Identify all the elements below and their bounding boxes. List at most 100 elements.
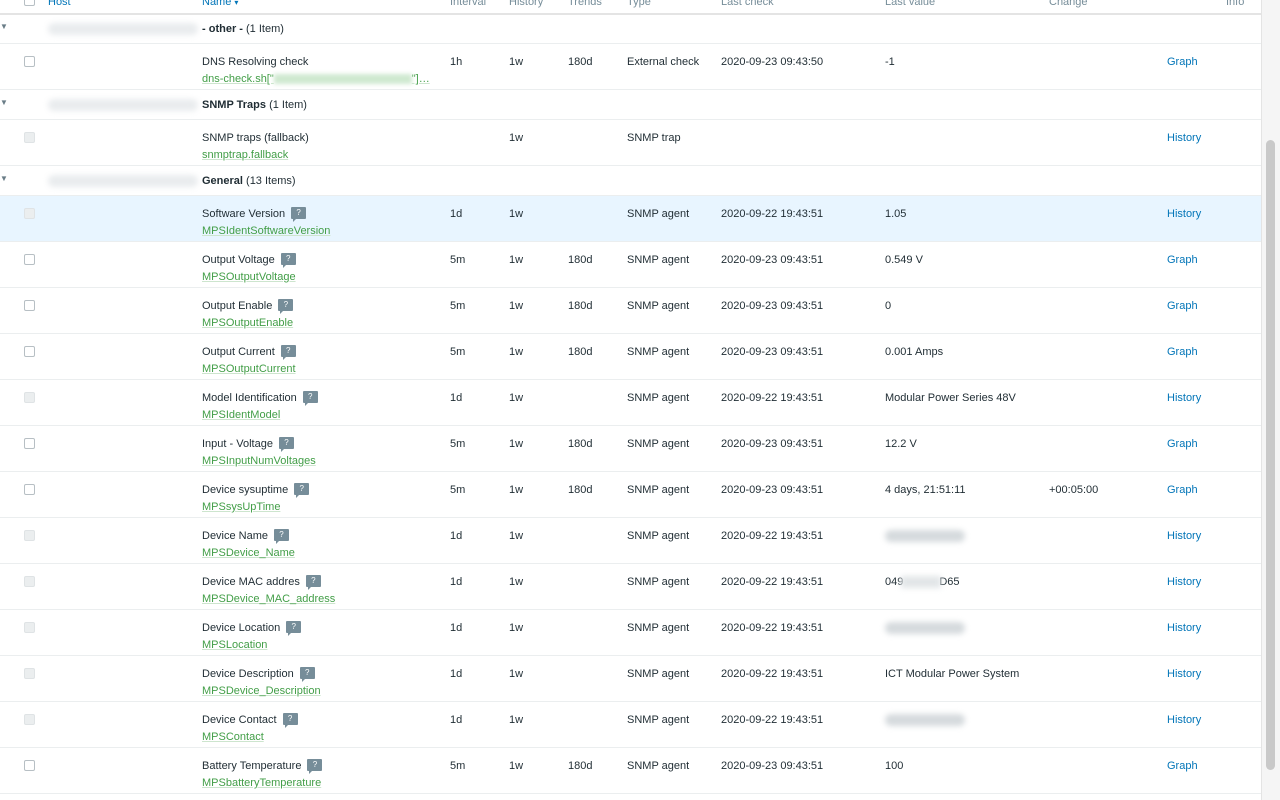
host-column-header[interactable]: Host: [48, 0, 71, 8]
graph-link[interactable]: Graph: [1167, 438, 1198, 451]
history-link[interactable]: History: [1167, 714, 1201, 727]
history-link[interactable]: History: [1167, 622, 1201, 635]
item-name-text: SNMP traps (fallback): [202, 132, 309, 144]
item-name-text: DNS Resolving check: [202, 56, 309, 68]
item-trends: 180d: [568, 438, 593, 450]
redacted-value: [901, 576, 942, 589]
description-hint-icon[interactable]: ?: [278, 299, 294, 314]
select-all-checkbox[interactable]: [24, 0, 35, 6]
history-link[interactable]: History: [1167, 530, 1201, 543]
item-key-link[interactable]: snmptrap.fallback: [202, 149, 288, 161]
table-row[interactable]: Device Location? MPSLocation 1d 1w SNMP agen…: [0, 610, 1262, 656]
item-key-link[interactable]: MPSOutputCurrent: [202, 363, 296, 375]
row-checkbox[interactable]: [24, 346, 35, 357]
table-row[interactable]: Software Version? MPSIdentSoftwareVersion…: [0, 196, 1262, 242]
item-key-link[interactable]: MPSIdentModel: [202, 409, 280, 421]
last-value: [885, 622, 965, 635]
collapse-toggle-icon[interactable]: ▼: [0, 174, 10, 183]
vertical-scrollbar[interactable]: [1261, 0, 1280, 800]
table-row[interactable]: Device MAC addres? MPSDevice_MAC_address 1…: [0, 564, 1262, 610]
row-checkbox[interactable]: [24, 254, 35, 265]
description-hint-icon[interactable]: ?: [305, 575, 321, 590]
item-key-link[interactable]: dns-check.sh[" "]…: [202, 73, 430, 85]
item-key-link[interactable]: MPSContact: [202, 731, 264, 743]
redacted-value: [885, 714, 965, 727]
row-checkbox[interactable]: [24, 438, 35, 449]
history-link[interactable]: History: [1167, 576, 1201, 589]
item-trends: 180d: [568, 346, 593, 358]
graph-link[interactable]: Graph: [1167, 56, 1198, 69]
item-key-link[interactable]: MPSDevice_Name: [202, 547, 295, 559]
row-checkbox[interactable]: [24, 622, 35, 633]
description-hint-icon[interactable]: ?: [286, 621, 302, 636]
item-key-link[interactable]: MPSOutputEnable: [202, 317, 293, 329]
description-hint-icon[interactable]: ?: [307, 759, 323, 774]
item-key-link[interactable]: MPSsysUpTime: [202, 501, 280, 513]
table-row[interactable]: Device Contact? MPSContact 1d 1w SNMP agent 2…: [0, 702, 1262, 748]
graph-link[interactable]: Graph: [1167, 300, 1198, 313]
item-key-link[interactable]: MPSIdentSoftwareVersion: [202, 225, 330, 237]
table-row[interactable]: DNS Resolving check dns-check.sh[" "]… 1h 1w…: [0, 44, 1262, 90]
item-name: Battery Temperature?: [202, 759, 323, 774]
graph-link[interactable]: Graph: [1167, 484, 1198, 497]
item-key-link[interactable]: MPSDevice_MAC_address: [202, 593, 335, 605]
row-checkbox[interactable]: [24, 530, 35, 541]
graph-link[interactable]: Graph: [1167, 760, 1198, 773]
last-check: 2020-09-22 19:43:51: [721, 530, 824, 542]
table-row[interactable]: Model Identification? MPSIdentModel 1d 1w SN…: [0, 380, 1262, 426]
description-hint-icon[interactable]: ?: [302, 391, 318, 406]
item-interval: 1d: [450, 576, 463, 588]
item-key-link[interactable]: MPSOutputVoltage: [202, 271, 296, 283]
table-row[interactable]: Output Current? MPSOutputCurrent 5m 1w 180d S…: [0, 334, 1262, 380]
item-name-text: Battery Temperature: [202, 760, 302, 772]
row-checkbox[interactable]: [24, 392, 35, 403]
row-checkbox[interactable]: [24, 208, 35, 219]
row-checkbox[interactable]: [24, 576, 35, 587]
history-link[interactable]: History: [1167, 208, 1201, 221]
row-checkbox[interactable]: [24, 760, 35, 771]
graph-link[interactable]: Graph: [1167, 254, 1198, 267]
description-hint-icon[interactable]: ?: [274, 529, 290, 544]
row-checkbox[interactable]: [24, 484, 35, 495]
item-key-link[interactable]: MPSInputNumVoltages: [202, 455, 316, 467]
row-checkbox[interactable]: [24, 132, 35, 143]
table-row[interactable]: Output Voltage? MPSOutputVoltage 5m 1w 180d S…: [0, 242, 1262, 288]
table-row[interactable]: Battery Temperature? MPSbatteryTemperatur…: [0, 748, 1262, 794]
description-hint-icon[interactable]: ?: [294, 483, 310, 498]
item-key-link[interactable]: MPSbatteryTemperature: [202, 777, 321, 789]
item-name: Device sysuptime?: [202, 483, 310, 498]
table-row[interactable]: Device Name? MPSDevice_Name 1d 1w SNMP agent…: [0, 518, 1262, 564]
item-key-link[interactable]: MPSLocation: [202, 639, 267, 651]
history-link[interactable]: History: [1167, 668, 1201, 681]
last-check: 2020-09-23 09:43:51: [721, 254, 824, 266]
table-row[interactable]: Device sysuptime? MPSsysUpTime 5m 1w 180d SNM…: [0, 472, 1262, 518]
item-name: Software Version?: [202, 207, 307, 222]
table-row[interactable]: Device Description? MPSDevice_Description…: [0, 656, 1262, 702]
description-hint-icon[interactable]: ?: [280, 345, 296, 360]
graph-link[interactable]: Graph: [1167, 346, 1198, 359]
row-checkbox[interactable]: [24, 714, 35, 725]
table-row[interactable]: Input - Voltage? MPSInputNumVoltages 5m 1w 1…: [0, 426, 1262, 472]
item-name: Output Voltage?: [202, 253, 296, 268]
collapse-toggle-icon[interactable]: ▼: [0, 98, 10, 107]
item-type: SNMP agent: [627, 346, 690, 358]
description-hint-icon[interactable]: ?: [299, 667, 315, 682]
row-checkbox[interactable]: [24, 56, 35, 67]
description-hint-icon[interactable]: ?: [282, 713, 298, 728]
row-checkbox[interactable]: [24, 300, 35, 311]
last-check: 2020-09-23 09:43:51: [721, 760, 824, 772]
item-key-prefix: dns-check.sh[": [202, 73, 274, 85]
description-hint-icon[interactable]: ?: [291, 207, 307, 222]
description-hint-icon[interactable]: ?: [280, 253, 296, 268]
table-row[interactable]: SNMP traps (fallback) snmptrap.fallback 1w…: [0, 120, 1262, 166]
table-row[interactable]: Output Enable? MPSOutputEnable 5m 1w 180d SNM…: [0, 288, 1262, 334]
collapse-toggle-icon[interactable]: ▼: [0, 22, 10, 31]
scrollbar-thumb[interactable]: [1266, 140, 1275, 770]
history-link[interactable]: History: [1167, 132, 1201, 145]
history-link[interactable]: History: [1167, 392, 1201, 405]
item-key-link[interactable]: MPSDevice_Description: [202, 685, 321, 697]
last-check: 2020-09-23 09:43:51: [721, 438, 824, 450]
row-checkbox[interactable]: [24, 668, 35, 679]
name-column-header[interactable]: Name ▾: [202, 0, 238, 9]
description-hint-icon[interactable]: ?: [278, 437, 294, 452]
